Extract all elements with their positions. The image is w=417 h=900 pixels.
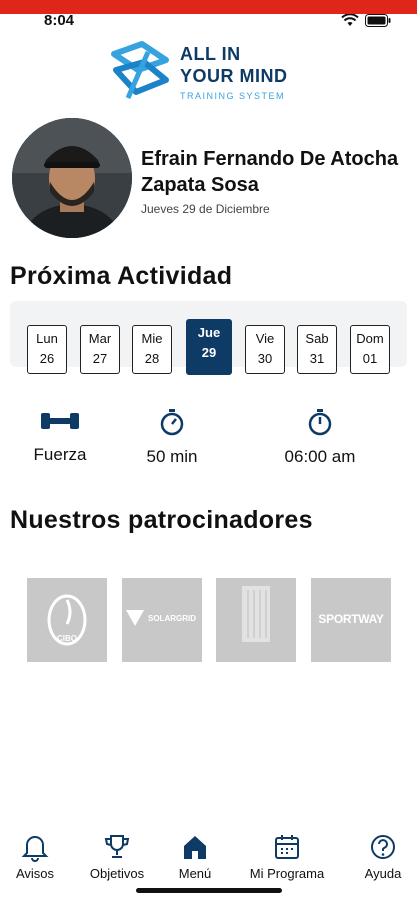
home-icon xyxy=(184,836,206,859)
day-name: Dom xyxy=(356,331,384,346)
profile-date: Jueves 29 de Diciembre xyxy=(141,202,270,216)
day-mie[interactable]: Mie 28 xyxy=(132,325,172,374)
day-number: 27 xyxy=(92,351,108,366)
status-time: 8:04 xyxy=(44,12,75,29)
day-number: 29 xyxy=(201,345,217,360)
wifi-icon xyxy=(341,14,359,26)
logo-line-2: YOUR MIND xyxy=(180,66,288,86)
activity-type-label: Fuerza xyxy=(33,445,87,464)
day-jue-selected[interactable]: Jue 29 xyxy=(186,319,232,375)
next-activity-title: Próxima Actividad xyxy=(10,262,233,290)
day-sab[interactable]: Sab 31 xyxy=(297,325,337,374)
avatar[interactable] xyxy=(12,118,132,238)
status-icons xyxy=(341,14,391,27)
tab-label: Avisos xyxy=(15,866,55,881)
day-number: 30 xyxy=(257,351,273,366)
tab-label: Objetivos xyxy=(89,866,145,881)
day-name: Mie xyxy=(141,331,163,346)
day-name: Jue xyxy=(197,325,221,340)
day-number: 28 xyxy=(144,351,160,366)
day-mar[interactable]: Mar 27 xyxy=(80,325,120,374)
day-name: Vie xyxy=(255,331,275,346)
home-indicator[interactable] xyxy=(136,888,282,893)
tab-label: Menú xyxy=(178,866,212,881)
profile-name: Efrain Fernando De Atocha Zapata Sosa xyxy=(141,148,399,196)
day-number: 31 xyxy=(309,351,325,366)
day-dom[interactable]: Dom 01 xyxy=(350,325,390,374)
activity-time: 06:00 am xyxy=(272,408,368,467)
cibo-logo xyxy=(47,594,87,646)
sponsor-cibo[interactable]: CIBO xyxy=(27,578,107,662)
day-name: Lun xyxy=(36,331,58,346)
day-name: Mar xyxy=(88,331,112,346)
activity-duration: 50 min xyxy=(132,408,212,467)
activity-type: Fuerza xyxy=(22,408,98,465)
help-icon xyxy=(371,835,395,859)
tab-avisos[interactable]: Avisos xyxy=(10,832,60,881)
sponsor-solargrid[interactable]: SOLARGRID xyxy=(122,578,202,662)
timer-icon xyxy=(308,409,332,436)
day-vie[interactable]: Vie 30 xyxy=(245,325,285,374)
day-number: 01 xyxy=(362,351,378,366)
week-selector: Lun 26 Mar 27 Mie 28 Jue 29 Vie 30 Sab 31 Dom 0… xyxy=(10,301,407,375)
sponsor-name: SPORTWAY xyxy=(318,612,384,626)
logo-line-1: ALL IN xyxy=(180,44,241,64)
tab-label: Mi Programa xyxy=(249,866,325,881)
battery-icon xyxy=(365,14,391,27)
status-bar: 8:04 xyxy=(0,12,417,36)
bell-icon xyxy=(21,836,49,862)
tab-ayuda[interactable]: Ayuda xyxy=(358,832,408,881)
trophy-icon xyxy=(104,835,130,858)
logo-tagline: TRAINING SYSTEM xyxy=(180,91,286,101)
stopwatch-icon xyxy=(160,409,184,436)
activity-time-value: 06:00 am xyxy=(284,447,356,466)
sponsor-sportway[interactable]: SPORTWAY xyxy=(311,578,391,662)
brand-logo: ALL IN YOUR MIND TRAINING SYSTEM xyxy=(108,40,318,104)
dumbbell-icon xyxy=(41,413,79,429)
day-number: 26 xyxy=(39,351,55,366)
brand-logo-mark xyxy=(111,41,169,99)
avatar-photo xyxy=(12,118,132,238)
sponsor-building[interactable] xyxy=(216,578,296,662)
activity-duration-value: 50 min xyxy=(146,447,198,466)
day-name: Sab xyxy=(305,331,329,346)
sponsor-name: SOLARGRID xyxy=(148,614,196,623)
calendar-icon xyxy=(275,835,299,859)
building-logo xyxy=(242,586,270,642)
tab-label: Ayuda xyxy=(364,866,402,881)
day-lun[interactable]: Lun 26 xyxy=(27,325,67,374)
tab-mi-programa[interactable]: Mi Programa xyxy=(244,832,330,881)
sponsors-title: Nuestros patrocinadores xyxy=(10,506,313,534)
tab-menu[interactable]: Menú xyxy=(171,832,219,881)
tab-objetivos[interactable]: Objetivos xyxy=(84,832,150,881)
sponsor-name: CIBO xyxy=(57,634,77,643)
